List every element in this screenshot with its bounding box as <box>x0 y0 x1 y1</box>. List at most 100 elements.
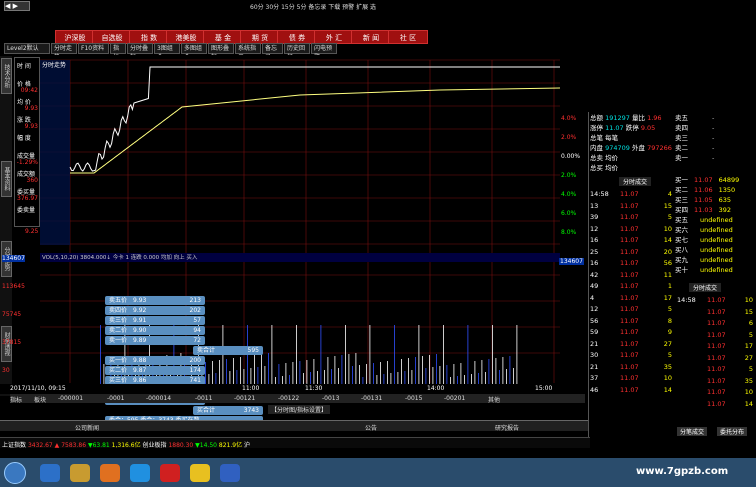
time-1500: 15:00 <box>535 385 553 392</box>
watermark-text: www.7gpzb.com <box>636 466 729 477</box>
sidebar-info-btn[interactable]: 基本资料 <box>1 161 12 197</box>
title-menus[interactable]: 60分 30分 15分 5分 备忘录 下载 预警 扩展 选 <box>250 2 376 11</box>
bottom-tab-9[interactable]: -00131 <box>361 395 382 402</box>
nav-tab-6[interactable]: 债 券 <box>277 30 317 44</box>
toolbar-btn-7[interactable]: 图形叠加 <box>208 43 234 61</box>
tick-row-10: 12 11.07 5 <box>590 305 672 313</box>
app2-icon[interactable] <box>190 464 210 482</box>
volume-bar <box>460 363 462 385</box>
toolbar-btn-9[interactable]: 备忘录 <box>262 43 283 61</box>
quote-buy-row-3: 买四 11.03 392 <box>675 206 732 214</box>
media2-icon[interactable] <box>130 464 150 482</box>
nav-tab-9[interactable]: 社 区 <box>388 30 428 44</box>
toolbar-btn-0[interactable]: Level2默认 <box>4 43 50 54</box>
tick-row-14: 30 11.07 5 <box>590 351 672 359</box>
back-forward-buttons[interactable]: ◀ ▶ <box>4 1 30 11</box>
tick-row-13: 21 11.07 27 <box>590 339 672 348</box>
toolbar-btn-10[interactable]: 历史回忆 <box>284 43 310 61</box>
right-pct-5: 6.0% <box>561 210 577 217</box>
company-news-tab[interactable]: 公司新闻 <box>75 423 99 432</box>
tick-row-15: 21 11.07 35 <box>590 362 672 371</box>
right-tick-row-4: 11.07 17 <box>707 342 753 350</box>
volume-bar <box>324 370 325 385</box>
volume-bar <box>492 325 493 385</box>
volume-bar <box>387 361 388 385</box>
time-1100: 11:00 <box>242 385 260 392</box>
start-button[interactable] <box>4 462 26 484</box>
bottom-tab-5[interactable]: -0011 <box>195 395 212 402</box>
tick-row-3: 12 11.07 10 <box>590 224 672 233</box>
bottom-tab-12[interactable]: 其他 <box>488 395 500 404</box>
right-tick-row-9: 11.07 14 <box>707 399 753 408</box>
toolbar-btn-11[interactable]: 闪电预警 <box>311 43 337 61</box>
volume-bar <box>513 368 514 385</box>
bottom-tab-10[interactable]: -0015 <box>405 395 422 402</box>
toolbar-btn-1[interactable]: 分时走势 <box>51 43 77 61</box>
tab-fenbi[interactable]: 分笔成交 <box>677 427 708 436</box>
tick-row-1: 13 11.07 15 <box>590 201 672 210</box>
toolbar-btn-8[interactable]: 系统指示 <box>235 43 261 61</box>
nav-tab-0[interactable]: 沪深股 <box>55 30 95 44</box>
quote-buy-row-4: 买五 undefined <box>675 216 733 224</box>
folder-icon[interactable] <box>70 464 90 482</box>
bottom-tab-8[interactable]: -0013 <box>322 395 339 402</box>
toolbar-btn-6[interactable]: 多图组合 <box>181 43 207 61</box>
bottom-tab-4[interactable]: -000014 <box>146 395 171 402</box>
quote-stat-row-5: 总买 均价 <box>590 164 619 172</box>
right-tick-row-0: 14:58 11.07 10 <box>677 296 753 304</box>
bottom-tab-2[interactable]: -000001 <box>58 395 83 402</box>
right-tick-row-3: 11.07 5 <box>707 330 753 339</box>
nav-tab-1[interactable]: 自选股 <box>92 30 132 44</box>
nav-tab-4[interactable]: 基 金 <box>203 30 243 44</box>
bottom-tab-7[interactable]: -00122 <box>278 395 299 402</box>
volume-bar <box>495 358 497 385</box>
ie-icon[interactable] <box>40 464 60 482</box>
info-value-5: -1.29% <box>16 159 38 166</box>
volume-bar <box>240 357 241 385</box>
volume-bar <box>401 359 402 385</box>
right-ticks-title: 分时成交 <box>689 283 722 292</box>
quote-sell-row-1: 卖四 - <box>675 124 715 132</box>
media-icon[interactable] <box>100 464 120 482</box>
sidebar-tech-btn[interactable]: 技术分析 <box>1 58 12 94</box>
toolbar-btn-5[interactable]: 3图组合 <box>154 43 180 61</box>
tick-row-7: 42 11.07 11 <box>590 270 672 279</box>
left-vol-label-4: 30 <box>2 367 10 374</box>
toolbar-btn-2[interactable]: F10资料 <box>78 43 109 54</box>
research-report-tab[interactable]: 研究报告 <box>495 423 519 432</box>
bottom-tab-6[interactable]: -00121 <box>234 395 255 402</box>
info-label-4: 幅 度 <box>17 135 31 142</box>
popup-sell-row-4: 卖一价 9.89 72 <box>105 336 205 345</box>
popup-sell-row-2: 卖三价 9.91 57 <box>105 316 205 325</box>
volume-bar <box>506 369 507 385</box>
tick-row-17: 46 11.07 14 <box>590 385 672 394</box>
announcement-tab[interactable]: 公告 <box>365 423 377 432</box>
indicator-settings-bar[interactable]: 【分时图/指标设置】 <box>268 405 331 414</box>
right-pct-0: 4.0% <box>561 115 577 122</box>
index-bar: 上证指数 3432.67 ▲ 7583.86 ▼63.81 1,316.6亿 创… <box>0 437 590 449</box>
tab-weituo[interactable]: 委托分布 <box>717 427 748 436</box>
toolbar-btn-4[interactable]: 分时叠加 <box>127 43 153 61</box>
quote-sell-row-3: 卖二 - <box>675 144 715 152</box>
nav-tab-7[interactable]: 外 汇 <box>314 30 354 44</box>
bottom-tab-0[interactable]: 指标 <box>10 395 22 404</box>
bottom-tab-11[interactable]: -00201 <box>444 395 465 402</box>
volume-bar <box>453 364 455 385</box>
bottom-tab-3[interactable]: -0001 <box>107 395 124 402</box>
info-value-2: 9.93 <box>24 105 38 112</box>
popup-buy-total: 买合计 3743 <box>193 406 263 415</box>
app1-icon[interactable] <box>160 464 180 482</box>
tick-row-6: 16 11.07 56 <box>590 259 672 267</box>
nav-tab-8[interactable]: 新 闻 <box>351 30 391 44</box>
right-tick-row-8: 11.07 10 <box>707 388 753 396</box>
popup-buy-row-1: 买二价 9.87 174 <box>105 366 205 375</box>
toolbar-btn-3[interactable]: 指标 <box>110 43 126 61</box>
nav-tab-5[interactable]: 期 货 <box>240 30 280 44</box>
quote-panel: 总额 191297 量比 1.96 涨停 11.07 跌停 9.05 总笔 每笔 内… <box>588 112 756 437</box>
bottom-tab-1[interactable]: 板块 <box>34 395 46 404</box>
tick-row-2: 39 11.07 5 <box>590 213 672 221</box>
nav-tab-2[interactable]: 指 数 <box>129 30 169 44</box>
volume-bar <box>219 360 220 385</box>
nav-tab-3[interactable]: 港美股 <box>166 30 206 44</box>
app3-icon[interactable] <box>220 464 240 482</box>
